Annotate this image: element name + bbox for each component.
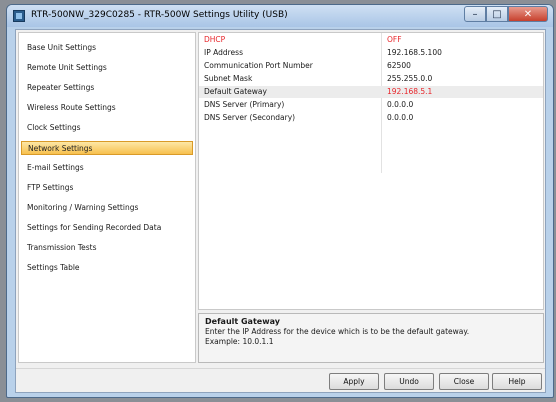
setting-label: DHCP [204, 35, 226, 44]
minimize-button[interactable]: – [464, 6, 486, 22]
nav-item-settings-table[interactable]: Settings Table [21, 261, 193, 275]
help-title: Default Gateway [205, 317, 280, 326]
setting-value[interactable]: OFF [387, 34, 402, 46]
setting-value[interactable]: 0.0.0.0 [387, 99, 413, 111]
setting-label: DNS Server (Secondary) [204, 113, 296, 122]
close-window-button[interactable]: ✕ [508, 6, 548, 22]
apply-button[interactable]: Apply [329, 373, 379, 390]
settings-grid: DHCP OFF IP Address 192.168.5.100 Commun… [198, 32, 544, 310]
setting-value[interactable]: 0.0.0.0 [387, 112, 413, 124]
help-example: Example: 10.0.1.1 [205, 337, 274, 346]
nav-item-monitoring-warning-settings[interactable]: Monitoring / Warning Settings [21, 201, 193, 215]
help-panel: Default Gateway Enter the IP Address for… [198, 313, 544, 363]
setting-label: IP Address [204, 48, 243, 57]
settings-nav: Base Unit Settings Remote Unit Settings … [18, 32, 196, 363]
maximize-button[interactable]: □ [486, 6, 508, 22]
help-button[interactable]: Help [492, 373, 542, 390]
setting-row-ip-address[interactable]: IP Address 192.168.5.100 [199, 47, 543, 59]
setting-row-dns-secondary[interactable]: DNS Server (Secondary) 0.0.0.0 [199, 112, 543, 124]
app-icon [13, 10, 25, 22]
help-description: Enter the IP Address for the device whic… [205, 327, 470, 336]
nav-item-remote-unit-settings[interactable]: Remote Unit Settings [21, 61, 193, 75]
setting-row-dns-primary[interactable]: DNS Server (Primary) 0.0.0.0 [199, 99, 543, 111]
title-bar[interactable]: RTR-500NW_329C0285 - RTR-500W Settings U… [7, 5, 553, 27]
undo-button[interactable]: Undo [384, 373, 434, 390]
setting-value[interactable]: 192.168.5.1 [387, 86, 432, 98]
setting-label: Default Gateway [204, 87, 267, 96]
button-bar: Apply Undo Close Help [16, 368, 545, 393]
nav-item-wireless-route-settings[interactable]: Wireless Route Settings [21, 101, 193, 115]
close-button[interactable]: Close [439, 373, 489, 390]
setting-row-communication-port[interactable]: Communication Port Number 62500 [199, 60, 543, 72]
setting-value[interactable]: 62500 [387, 60, 411, 72]
client-area: Base Unit Settings Remote Unit Settings … [15, 29, 546, 393]
setting-row-default-gateway[interactable]: Default Gateway 192.168.5.1 [199, 86, 543, 98]
nav-item-repeater-settings[interactable]: Repeater Settings [21, 81, 193, 95]
setting-value[interactable]: 192.168.5.100 [387, 47, 442, 59]
nav-item-network-settings[interactable]: Network Settings [21, 141, 193, 155]
nav-item-ftp-settings[interactable]: FTP Settings [21, 181, 193, 195]
setting-row-dhcp[interactable]: DHCP OFF [199, 34, 543, 46]
nav-item-sending-recorded-data[interactable]: Settings for Sending Recorded Data [21, 221, 193, 235]
nav-item-clock-settings[interactable]: Clock Settings [21, 121, 193, 135]
nav-item-transmission-tests[interactable]: Transmission Tests [21, 241, 193, 255]
setting-label: Communication Port Number [204, 61, 313, 70]
maximize-icon: □ [492, 8, 502, 20]
app-window: RTR-500NW_329C0285 - RTR-500W Settings U… [6, 4, 554, 398]
window-title: RTR-500NW_329C0285 - RTR-500W Settings U… [31, 10, 288, 20]
setting-label: DNS Server (Primary) [204, 100, 285, 109]
minimize-icon: – [472, 8, 478, 20]
nav-item-base-unit-settings[interactable]: Base Unit Settings [21, 41, 193, 55]
close-icon: ✕ [523, 8, 533, 20]
setting-value[interactable]: 255.255.0.0 [387, 73, 432, 85]
setting-label: Subnet Mask [204, 74, 253, 83]
nav-item-email-settings[interactable]: E-mail Settings [21, 161, 193, 175]
setting-row-subnet-mask[interactable]: Subnet Mask 255.255.0.0 [199, 73, 543, 85]
